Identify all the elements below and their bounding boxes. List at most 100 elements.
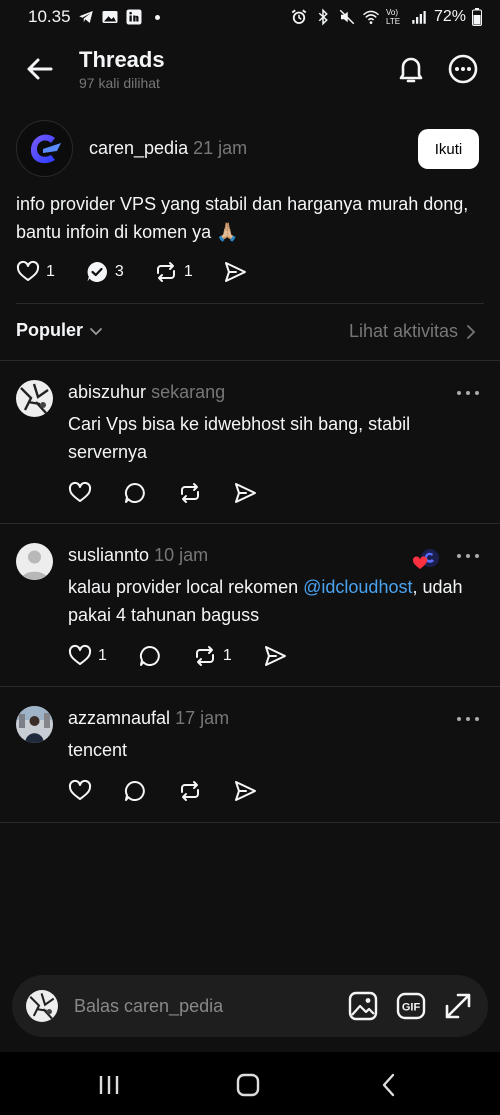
share-action[interactable] — [263, 644, 287, 668]
heart-icon — [68, 481, 92, 502]
like-action[interactable]: 1 — [16, 260, 55, 284]
reply-text-prefix: kalau provider local rekomen — [68, 577, 304, 597]
repost-action[interactable]: 1 — [154, 260, 193, 284]
share-action[interactable] — [233, 779, 257, 803]
reply-composer: GIF — [12, 975, 488, 1037]
send-icon — [224, 262, 246, 282]
svg-text:GIF: GIF — [402, 1002, 421, 1014]
reply-count: 3 — [114, 263, 124, 280]
gallery-icon — [102, 11, 118, 23]
home-icon[interactable] — [235, 1072, 261, 1098]
like-count: 1 — [46, 263, 55, 280]
chevron-down-icon — [90, 327, 102, 335]
network-label: Vo) LTE — [385, 8, 401, 26]
avatar-art-icon — [16, 380, 53, 417]
linkedin-icon — [126, 9, 142, 25]
telegram-icon — [78, 11, 93, 23]
sort-dropdown[interactable]: Populer — [16, 320, 103, 341]
sort-label: Populer — [16, 320, 84, 340]
repost-action[interactable] — [178, 481, 202, 505]
comment-action[interactable] — [138, 644, 162, 668]
app-header: Threads 97 kali dilihat — [0, 40, 500, 100]
status-time: 10.35 — [28, 7, 71, 26]
like-count: 1 — [98, 647, 107, 664]
reply-text: kalau provider local rekomen @idcloudhos… — [68, 573, 468, 629]
activity-label: Lihat aktivitas — [348, 321, 458, 341]
divider — [16, 303, 484, 304]
reply-author: abiszuhur sekarang — [68, 382, 225, 403]
more-circle-icon[interactable] — [447, 53, 479, 85]
reply-action[interactable]: 3 — [85, 260, 124, 284]
more-icon[interactable] — [456, 388, 480, 398]
share-action[interactable] — [223, 260, 247, 284]
repost-action[interactable] — [178, 779, 202, 803]
reply-actions — [68, 481, 288, 505]
image-icon[interactable] — [348, 991, 378, 1021]
comment-action[interactable] — [123, 481, 147, 505]
avatar[interactable] — [16, 706, 53, 743]
sort-row: Populer Lihat aktivitas — [0, 312, 500, 352]
view-activity-link[interactable]: Lihat aktivitas — [349, 321, 476, 342]
reply-author: susliannto 10 jam — [68, 545, 208, 566]
send-icon — [264, 646, 286, 666]
signal-icon — [412, 11, 426, 24]
avatar[interactable] — [16, 380, 53, 417]
avatar[interactable] — [16, 543, 53, 580]
avatar — [26, 990, 58, 1022]
reply-time: 17 jam — [175, 708, 230, 728]
divider — [0, 360, 500, 361]
divider — [0, 686, 500, 687]
reply-actions — [68, 779, 288, 803]
replied-check-icon — [87, 262, 107, 282]
wifi-icon — [362, 10, 379, 24]
system-nav-bar — [0, 1052, 500, 1115]
avatar[interactable] — [16, 120, 73, 177]
reply-author: azzamnaufal 17 jam — [68, 708, 229, 729]
heart-icon — [16, 260, 40, 281]
repost-count: 1 — [183, 263, 193, 280]
gif-icon[interactable]: GIF — [396, 991, 426, 1021]
photo-avatar-icon — [16, 706, 53, 743]
repost-count: 1 — [222, 647, 232, 664]
avatar-art-icon — [26, 990, 58, 1022]
chevron-right-icon — [467, 324, 476, 339]
comment-icon — [139, 645, 160, 666]
reply-text: tencent — [68, 740, 128, 760]
back-arrow-icon[interactable] — [24, 54, 54, 84]
reply-time: 10 jam — [154, 545, 209, 565]
reply-username[interactable]: azzamnaufal — [68, 708, 170, 728]
bell-icon[interactable] — [395, 53, 427, 85]
reply-username[interactable]: susliannto — [68, 545, 149, 565]
like-action[interactable] — [68, 481, 92, 505]
share-action[interactable] — [233, 481, 257, 505]
reply-username[interactable]: abiszuhur — [68, 382, 146, 402]
page-title: Threads — [79, 47, 165, 72]
repost-action[interactable]: 1 — [193, 644, 232, 668]
comment-icon — [124, 482, 145, 503]
mute-icon — [339, 9, 355, 25]
like-action[interactable] — [68, 779, 92, 803]
like-action[interactable]: 1 — [68, 644, 107, 668]
heart-icon — [68, 644, 92, 665]
repost-icon — [181, 781, 199, 801]
post-actions: 1 3 1 — [16, 260, 277, 284]
author-liked-icon — [413, 549, 439, 569]
repost-icon — [181, 483, 199, 503]
post-text: info provider VPS yang stabil dan hargan… — [16, 194, 469, 242]
post-username[interactable]: caren_pedia — [89, 138, 188, 158]
back-icon[interactable] — [376, 1072, 402, 1098]
reply-text: Cari Vps bisa ke idwebhost sih bang, sta… — [68, 414, 411, 462]
reply-input[interactable] — [74, 990, 334, 1022]
recent-apps-icon[interactable] — [96, 1072, 122, 1098]
divider — [0, 822, 500, 823]
more-icon[interactable] — [456, 714, 480, 724]
divider — [0, 523, 500, 524]
more-icon[interactable] — [456, 551, 480, 561]
follow-button[interactable]: Ikuti — [418, 129, 479, 169]
view-count: 97 kali dilihat — [79, 75, 160, 91]
send-icon — [235, 483, 256, 503]
brand-logo-icon — [30, 134, 61, 164]
expand-icon[interactable] — [443, 991, 473, 1021]
comment-action[interactable] — [123, 779, 147, 803]
mention-link[interactable]: @idcloudhost — [303, 577, 412, 597]
